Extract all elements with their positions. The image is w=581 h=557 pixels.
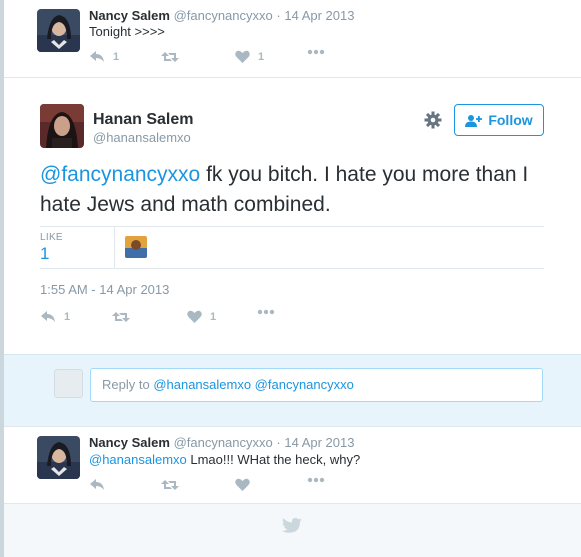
retweet-button[interactable] [161,50,179,64]
heart-icon [235,50,250,63]
divider [114,227,115,268]
liker-avatar[interactable] [125,236,147,258]
like-button[interactable]: 1 [235,50,264,63]
reply-count: 1 [64,311,71,323]
tweet-text: Tonight >>>> [89,24,165,39]
divider [4,426,581,427]
dot-separator: · [276,8,281,23]
retweet-button[interactable] [161,478,179,492]
tweet-text: @hanansalemxo Lmao!!! WHat the heck, why… [89,452,360,467]
reply-button[interactable] [89,478,105,492]
like-count: 1 [258,50,265,63]
tweet-actions: 1 1 [89,49,339,70]
my-avatar [54,369,83,398]
divider [4,77,581,78]
avatar-nancy[interactable] [37,436,80,479]
author-handle[interactable]: @fancynancyxxo [174,435,273,450]
author-handle[interactable]: @hanansalemxo [93,130,191,145]
dot-separator: · [276,435,281,450]
retweet-button[interactable] [112,310,130,324]
reply-icon [90,479,104,490]
reply-button[interactable]: 1 [40,310,70,324]
follow-button[interactable]: Follow [454,104,544,136]
stat-value: 1 [40,244,50,263]
follow-label: Follow [488,112,533,128]
reply-input[interactable]: Reply to @hanansalemxo @fancynancyxxo [90,368,543,402]
more-icon [257,309,275,315]
tweet-date[interactable]: 14 Apr 2013 [284,435,354,450]
reply-mentions: @hanansalemxo @fancynancyxxo [153,377,354,392]
more-button[interactable] [307,49,325,55]
mention-link[interactable]: @fancynancyxxo [40,163,200,186]
tweet-text: @fancynancyxxo fk you bitch. I hate you … [40,160,540,220]
retweet-icon [161,480,179,490]
like-button[interactable]: 1 [187,310,216,323]
avatar-nancy[interactable] [37,9,80,52]
twitter-bird-icon [282,518,302,535]
reply-icon [41,311,55,322]
reply-prefix: Reply to [102,377,154,392]
more-button[interactable] [307,477,325,483]
tweet-date[interactable]: 14 Apr 2013 [284,8,354,23]
author-name[interactable]: Nancy Salem [89,8,170,23]
tweet-panel [4,0,581,557]
stat-label: LIKE [40,232,63,243]
reply-count: 1 [113,51,120,63]
author-name[interactable]: Nancy Salem [89,435,170,450]
add-user-icon [465,114,483,127]
like-stat[interactable]: LIKE 1 [40,232,63,264]
retweet-icon [161,52,179,62]
divider [40,268,544,269]
like-count: 1 [210,310,217,323]
retweet-icon [112,312,130,322]
author-handle[interactable]: @fancynancyxxo [174,8,273,23]
heart-icon [187,310,202,323]
tweet-body: Lmao!!! WHat the heck, why? [186,452,361,467]
reply-icon [90,51,104,62]
gear-icon [424,111,442,129]
tweet-actions [89,477,339,498]
author-name[interactable]: Hanan Salem [93,111,193,129]
divider [4,354,581,355]
gear-button[interactable] [424,111,442,129]
mention-link[interactable]: @hanansalemxo [89,452,187,467]
divider [40,226,544,227]
more-icon [307,477,325,483]
tweet-actions: 1 1 [40,309,290,330]
heart-icon [235,478,250,491]
like-button[interactable] [235,478,250,491]
reply-button[interactable]: 1 [89,50,119,64]
tweet-timestamp[interactable]: 1:55 AM - 14 Apr 2013 [40,282,169,297]
more-button[interactable] [257,309,275,315]
more-icon [307,49,325,55]
avatar-hanan[interactable] [40,104,84,148]
